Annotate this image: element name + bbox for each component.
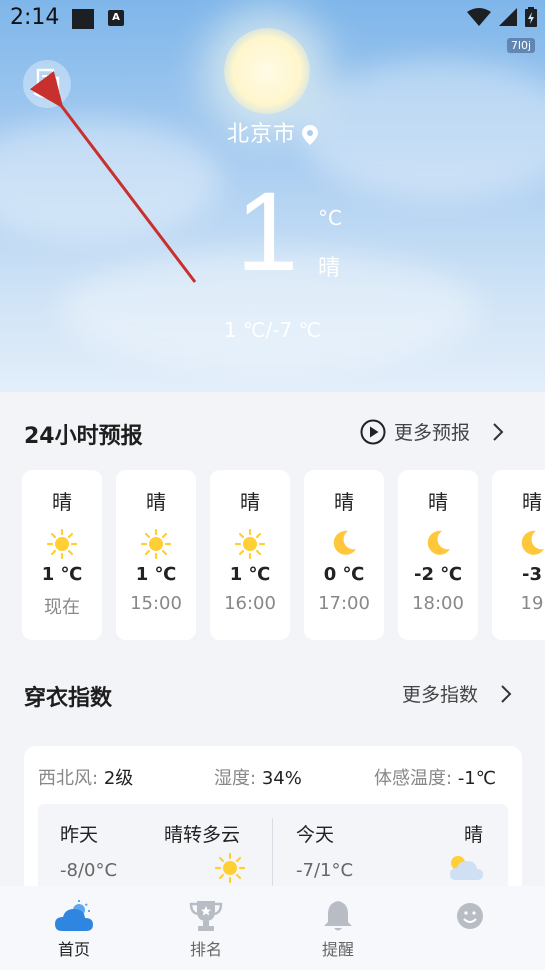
sun-icon [46, 528, 78, 560]
hour-card[interactable]: 晴 -3 19 [492, 470, 545, 640]
profile-icon [457, 903, 483, 929]
humidity-value: 34% [261, 768, 302, 789]
hour-time: 现在 [44, 597, 80, 618]
hour-temp: -3 [522, 564, 542, 585]
humidity-info: 湿度: 34% [214, 764, 302, 790]
hour-condition: 晴 [240, 490, 260, 514]
current-temperature: 1 [236, 169, 299, 294]
hour-card[interactable]: 晴 -2 ℃ 18:00 [398, 470, 478, 640]
signal-icon [499, 8, 517, 26]
forecast-title: 24小时预报 [24, 424, 143, 449]
nav-remind[interactable]: 提醒 [298, 896, 378, 960]
hour-condition: 晴 [428, 490, 448, 514]
yesterday-label: 昨天 [60, 824, 99, 846]
status-bar: 2:14 A 7l0j [0, 0, 545, 53]
hour-condition: 晴 [334, 490, 354, 514]
hour-icon [398, 528, 478, 558]
city-name[interactable]: 北京市 [227, 122, 296, 147]
hour-condition: 晴 [52, 490, 72, 514]
temperature-unit: °C [318, 206, 342, 230]
current-condition: 晴 [318, 256, 341, 281]
moon-icon [333, 530, 356, 555]
chevron-right-icon [501, 684, 512, 703]
hour-icon [116, 528, 196, 560]
weather-hero: 2:14 A 7l0j 北京市 1 °C 晴 1 ℃/-7 ℃ [0, 0, 545, 392]
sun-icon [140, 528, 172, 560]
feels-label: 体感温度: [374, 768, 453, 789]
hour-time: 16:00 [224, 593, 276, 614]
today-condition: 晴 [464, 824, 484, 846]
nav-home-label[interactable]: 首页 [58, 940, 90, 959]
status-badge: 7l0j [506, 38, 535, 53]
sun-icon [214, 852, 246, 884]
hour-temp: -2 ℃ [413, 564, 463, 585]
wind-value: 2级 [103, 768, 134, 789]
hour-icon [210, 528, 290, 560]
hour-condition: 晴 [522, 490, 542, 514]
hour-temp: 1 ℃ [229, 564, 271, 585]
nav-remind-label[interactable]: 提醒 [322, 940, 354, 959]
bottom-navigation: 首页 排名 提醒 [0, 886, 545, 970]
nav-rank-label[interactable]: 排名 [190, 940, 222, 959]
nav-profile[interactable] [430, 896, 510, 936]
partly-cloudy-icon [450, 856, 483, 880]
weather-detail-card: 西北风: 2级 湿度: 34% 体感温度: -1℃ 昨天 -8/0°C 晴转多云… [24, 746, 522, 906]
moon-icon [521, 530, 544, 555]
battery-icon [525, 7, 537, 27]
hour-icon [492, 528, 545, 558]
notification-icon [72, 9, 94, 29]
feels-like-info: 体感温度: -1℃ [374, 764, 496, 790]
weather-cloud-icon [55, 900, 93, 931]
hour-temp: 1 ℃ [41, 564, 83, 585]
sun-icon [234, 528, 266, 560]
hour-time: 18:00 [412, 593, 464, 614]
today-label: 今天 [296, 824, 335, 846]
city-manage-button[interactable] [23, 60, 71, 108]
hour-temp: 1 ℃ [135, 564, 177, 585]
yesterday-temp: -8/0°C [60, 860, 118, 881]
humidity-label: 湿度: [214, 768, 257, 789]
status-time: 2:14 [10, 5, 60, 30]
more-forecast-button[interactable]: 更多预报 [360, 418, 504, 445]
hourly-forecast-list[interactable]: 晴 1 ℃ 现在 晴 1 ℃ 15:00 晴 1 ℃ 16:00 晴 0 ℃ 17:00 晴 -2 ℃ 18… [0, 470, 545, 640]
hour-time: 15:00 [130, 593, 182, 614]
today-temp: -7/1°C [296, 860, 354, 881]
play-icon [360, 419, 386, 444]
trophy-icon [189, 901, 223, 931]
divider [272, 818, 273, 888]
sun-graphic [224, 28, 310, 114]
bell-icon [324, 901, 352, 931]
temperature-range: 1 ℃/-7 ℃ [223, 318, 322, 342]
feels-value: -1℃ [457, 768, 496, 789]
dressing-title: 穿衣指数 [24, 686, 113, 711]
wind-info: 西北风: 2级 [38, 764, 133, 790]
nav-home[interactable]: 首页 [34, 896, 114, 960]
building-icon [33, 68, 61, 99]
hour-icon [22, 528, 102, 560]
yesterday-condition: 晴转多云 [164, 824, 241, 846]
moon-icon [427, 530, 450, 555]
location-display[interactable]: 北京市 [0, 116, 545, 148]
nav-rank[interactable]: 排名 [166, 896, 246, 960]
hour-time: 19 [520, 593, 544, 614]
hour-card[interactable]: 晴 1 ℃ 现在 [22, 470, 102, 640]
a-notification-icon: A [108, 10, 124, 26]
hour-card[interactable]: 晴 0 ℃ 17:00 [304, 470, 384, 640]
hour-time: 17:00 [318, 593, 370, 614]
hour-card[interactable]: 晴 1 ℃ 16:00 [210, 470, 290, 640]
hour-card[interactable]: 晴 1 ℃ 15:00 [116, 470, 196, 640]
more-forecast-label[interactable]: 更多预报 [394, 418, 470, 445]
more-index-label[interactable]: 更多指数 [402, 680, 478, 707]
wifi-icon [467, 8, 491, 26]
chevron-right-icon [493, 422, 504, 441]
hour-icon [304, 528, 384, 558]
location-pin-icon [302, 125, 318, 145]
hour-condition: 晴 [146, 490, 166, 514]
wind-label: 西北风: [38, 768, 99, 789]
more-index-button[interactable]: 更多指数 [402, 680, 512, 707]
hour-temp: 0 ℃ [323, 564, 365, 585]
